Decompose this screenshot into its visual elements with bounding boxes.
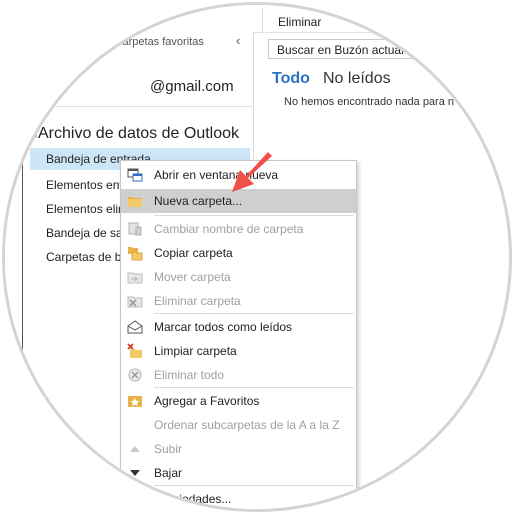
menu-item-sort-subfolders[interactable]: Ordenar subcarpetas de la A a la Z bbox=[121, 413, 356, 437]
delete-ribbon-label[interactable]: Eliminar bbox=[278, 15, 321, 29]
menu-item-move-down[interactable]: Bajar bbox=[121, 461, 356, 485]
pane-divider bbox=[5, 106, 253, 107]
menu-item-move-up[interactable]: Subir bbox=[121, 437, 356, 461]
menu-separator bbox=[154, 387, 354, 388]
menu-item-clean-folder[interactable]: Limpiar carpeta bbox=[121, 339, 356, 363]
menu-item-properties[interactable]: Propiedades... bbox=[121, 487, 356, 509]
folder-item-search[interactable]: Carpetas de bi bbox=[46, 250, 124, 264]
menu-label: Cambiar nombre de carpeta bbox=[154, 222, 304, 236]
delete-folder-icon bbox=[127, 296, 143, 308]
open-window-icon bbox=[127, 168, 143, 182]
favorites-header[interactable]: carpetas favoritas bbox=[117, 36, 204, 48]
rename-folder-icon bbox=[128, 222, 142, 236]
menu-label: Bajar bbox=[154, 466, 183, 480]
tab-unread[interactable]: No leídos bbox=[323, 70, 391, 88]
menu-label: Eliminar todo bbox=[154, 368, 225, 382]
pointer-arrow-icon bbox=[232, 152, 272, 192]
menu-separator bbox=[154, 313, 354, 314]
context-menu: Abrir en ventana nueva Nueva carpeta... … bbox=[120, 160, 357, 509]
menu-label: Limpiar carpeta bbox=[154, 344, 237, 358]
menu-item-delete-folder[interactable]: Eliminar carpeta bbox=[121, 289, 356, 313]
copy-folder-icon bbox=[128, 247, 143, 261]
menu-label: Propiedades... bbox=[154, 492, 232, 506]
favorite-icon bbox=[128, 396, 142, 407]
menu-item-delete-all[interactable]: Eliminar todo bbox=[121, 363, 356, 387]
menu-separator bbox=[154, 485, 354, 486]
move-up-icon bbox=[130, 446, 140, 452]
clean-folder-icon bbox=[127, 343, 142, 358]
collapse-pane-icon[interactable]: ‹ bbox=[236, 33, 240, 48]
new-folder-icon bbox=[128, 197, 142, 207]
expand-triangle-icon[interactable] bbox=[32, 132, 37, 140]
account-email[interactable]: @gmail.com bbox=[150, 78, 234, 95]
screenshot-circle-frame: Eliminar carpetas favoritas ‹ ısı @gmail… bbox=[2, 2, 512, 512]
data-file-title[interactable]: Archivo de datos de Outlook bbox=[38, 125, 239, 143]
menu-label: Marcar todos como leídos bbox=[154, 320, 293, 334]
tree-line bbox=[22, 120, 23, 355]
ribbon-bar bbox=[5, 5, 509, 33]
delete-all-icon bbox=[128, 368, 142, 382]
folder-item-deleted[interactable]: Elementos elir bbox=[46, 202, 122, 216]
menu-label: Copiar carpeta bbox=[154, 246, 233, 260]
menu-item-copy-folder[interactable]: Copiar carpeta bbox=[121, 241, 356, 265]
menu-separator bbox=[154, 215, 354, 216]
move-folder-icon bbox=[127, 272, 143, 284]
ribbon-divider bbox=[262, 8, 263, 32]
mark-read-icon bbox=[127, 320, 143, 334]
menu-item-add-favorites[interactable]: Agregar a Favoritos bbox=[121, 389, 356, 413]
tab-all[interactable]: Todo bbox=[272, 70, 310, 88]
menu-item-rename-folder[interactable]: Cambiar nombre de carpeta bbox=[121, 217, 356, 241]
menu-label: Agregar a Favoritos bbox=[154, 394, 260, 408]
menu-item-mark-all-read[interactable]: Marcar todos como leídos bbox=[121, 315, 356, 339]
account-name-partial: ısı bbox=[52, 80, 68, 97]
empty-list-message: No hemos encontrado nada para n bbox=[284, 96, 455, 108]
menu-label: Nueva carpeta... bbox=[154, 194, 243, 208]
menu-label: Eliminar carpeta bbox=[154, 294, 241, 308]
menu-label: Mover carpeta bbox=[154, 270, 231, 284]
menu-label: Subir bbox=[154, 442, 183, 456]
menu-item-move-folder[interactable]: Mover carpeta bbox=[121, 265, 356, 289]
folder-item-sent[interactable]: Elementos env bbox=[46, 178, 125, 192]
search-placeholder: Buscar en Buzón actual bbox=[277, 43, 404, 57]
folder-item-outbox[interactable]: Bandeja de sal bbox=[46, 226, 125, 240]
move-down-icon bbox=[130, 470, 140, 476]
menu-label: Ordenar subcarpetas de la A a la Z bbox=[154, 418, 340, 432]
